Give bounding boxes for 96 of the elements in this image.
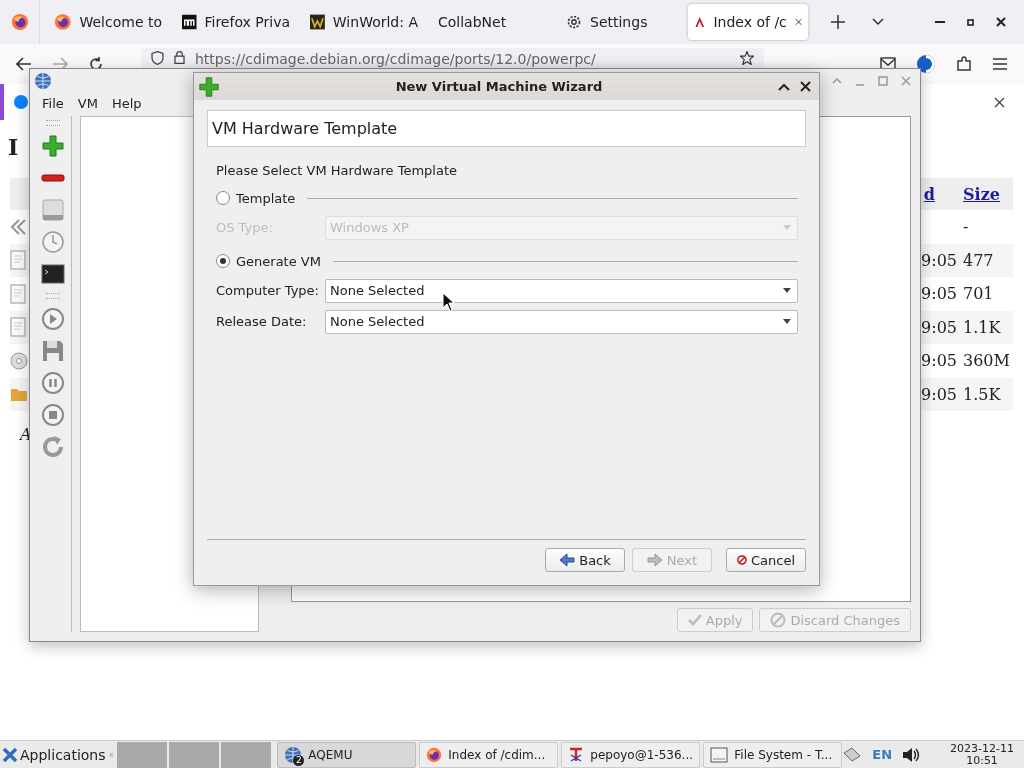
file-icon — [10, 283, 26, 304]
page-heading: I — [8, 134, 19, 162]
window-icon — [710, 746, 729, 763]
table-cell: 9:05 — [921, 250, 957, 270]
dropdown[interactable]: None Selected — [325, 309, 798, 334]
clock-icon[interactable] — [39, 229, 67, 254]
forbid-icon — [737, 552, 747, 568]
terminal-icon — [568, 746, 585, 763]
forward-arrow-icon — [646, 553, 663, 567]
close-icon[interactable] — [994, 96, 1005, 108]
square-logo-icon — [310, 14, 325, 30]
table-cell: 9:05 — [921, 317, 957, 337]
chevron-down-icon[interactable] — [872, 18, 884, 26]
back-icon — [10, 217, 28, 236]
close-icon[interactable] — [800, 81, 811, 92]
column-header-link[interactable]: Size — [963, 184, 1000, 204]
back-arrow-icon[interactable] — [16, 57, 32, 71]
browser-tab[interactable]: Welcome to — [48, 4, 168, 40]
radio-button[interactable] — [216, 254, 230, 268]
forbid-icon — [770, 612, 787, 628]
mouse-cursor-icon — [442, 292, 454, 312]
star-icon[interactable] — [740, 51, 754, 65]
menu-item[interactable]: VM — [71, 96, 106, 112]
radio-label: Generate VM — [236, 253, 321, 269]
forward-arrow-icon[interactable] — [52, 57, 68, 71]
terminal-icon[interactable] — [39, 261, 67, 286]
dropdown-arrow-icon — [783, 225, 791, 230]
table-cell: 9:05 — [921, 351, 957, 371]
plus-icon[interactable] — [39, 133, 67, 158]
pause-icon[interactable] — [39, 370, 67, 395]
browser-tab[interactable]: Index of /c — [688, 4, 808, 40]
taskbar-item[interactable]: File System - T... — [703, 741, 843, 768]
page-header: VM Hardware Template — [207, 110, 806, 147]
browser-tab[interactable]: Firefox Priva — [176, 4, 296, 40]
column-header-link[interactable]: d — [923, 184, 935, 204]
taskbar-item[interactable]: Index of /cdim... — [419, 741, 559, 768]
table-cell: 360M — [963, 351, 1010, 371]
url-field[interactable]: https://cdimage.debian.org/cdimage/ports/12.0/powerpc/ — [141, 48, 764, 68]
firefox-icon — [426, 746, 443, 763]
table-cell: 9:05 — [921, 284, 957, 304]
count-badge: 2 — [293, 754, 305, 766]
back-button[interactable]: Back — [545, 548, 625, 572]
table-cell: 701 — [963, 284, 994, 304]
dropdown[interactable]: None Selected — [325, 278, 798, 303]
menu-item[interactable]: Help — [105, 96, 150, 112]
taskbar-item[interactable]: pepoyo@1-536... — [561, 741, 701, 768]
field-label: Release Date: — [216, 314, 308, 329]
table-cell: 9:05 — [921, 384, 957, 404]
prompt-text: Please Select VM Hardware Template — [216, 163, 458, 180]
shield-icon — [151, 51, 164, 65]
back-arrow-icon — [559, 553, 576, 567]
radio-button[interactable] — [216, 191, 230, 205]
dropdown-arrow-icon — [783, 319, 791, 324]
clock-date: 2023-12-11 — [950, 742, 1014, 755]
lock-icon — [174, 51, 185, 64]
keyboard-layout[interactable]: EN — [872, 747, 893, 762]
disc-icon — [10, 351, 28, 370]
cancel-button[interactable]: Cancel — [726, 548, 806, 572]
volume-icon[interactable] — [902, 746, 921, 763]
plus-icon — [198, 75, 220, 98]
workspace-switcher[interactable] — [117, 741, 274, 768]
browser-tab[interactable]: WinWorld: A — [304, 4, 424, 40]
page-footer: A — [20, 425, 1024, 444]
dialog-title: New Virtual Machine Wizard — [394, 79, 604, 94]
firefox-icon — [10, 13, 29, 31]
table-cell: - — [963, 217, 969, 237]
clock-time: 10:51 — [966, 754, 998, 767]
minimize-icon[interactable] — [935, 20, 945, 24]
firefox-icon — [54, 13, 72, 31]
account-icon[interactable] — [916, 54, 936, 74]
square-logo-icon — [182, 14, 197, 30]
check-icon — [687, 614, 702, 626]
menu-item[interactable]: File — [36, 96, 72, 112]
dropdown-arrow-icon — [783, 288, 791, 293]
chevron-up-icon[interactable] — [778, 82, 790, 91]
puzzle-icon[interactable] — [956, 56, 972, 72]
table-cell: 477 — [963, 250, 994, 270]
settings-icon — [566, 14, 582, 30]
field-label: Computer Type: — [216, 283, 320, 298]
radio-label: Template — [236, 190, 296, 206]
globe-icon — [34, 72, 52, 91]
new-tab-icon[interactable] — [831, 15, 845, 29]
browser-tab[interactable]: Settings — [560, 4, 680, 40]
browser-tab[interactable]: CollabNet — [432, 4, 552, 40]
close-icon[interactable] — [996, 17, 1006, 27]
table-cell: 1.5K — [963, 384, 1001, 404]
maximize-icon[interactable] — [967, 18, 974, 26]
table-cell: 1.1K — [963, 317, 1001, 337]
info-icon — [14, 95, 28, 109]
menu-icon[interactable] — [992, 58, 1008, 70]
x-logo-icon — [2, 746, 18, 763]
network-icon[interactable] — [842, 746, 863, 763]
applications-menu[interactable]: Applications — [0, 741, 108, 768]
play-icon[interactable] — [39, 306, 67, 331]
stop-icon[interactable] — [39, 402, 67, 427]
taskbar-item[interactable]: 2 AQEMU — [277, 741, 417, 768]
